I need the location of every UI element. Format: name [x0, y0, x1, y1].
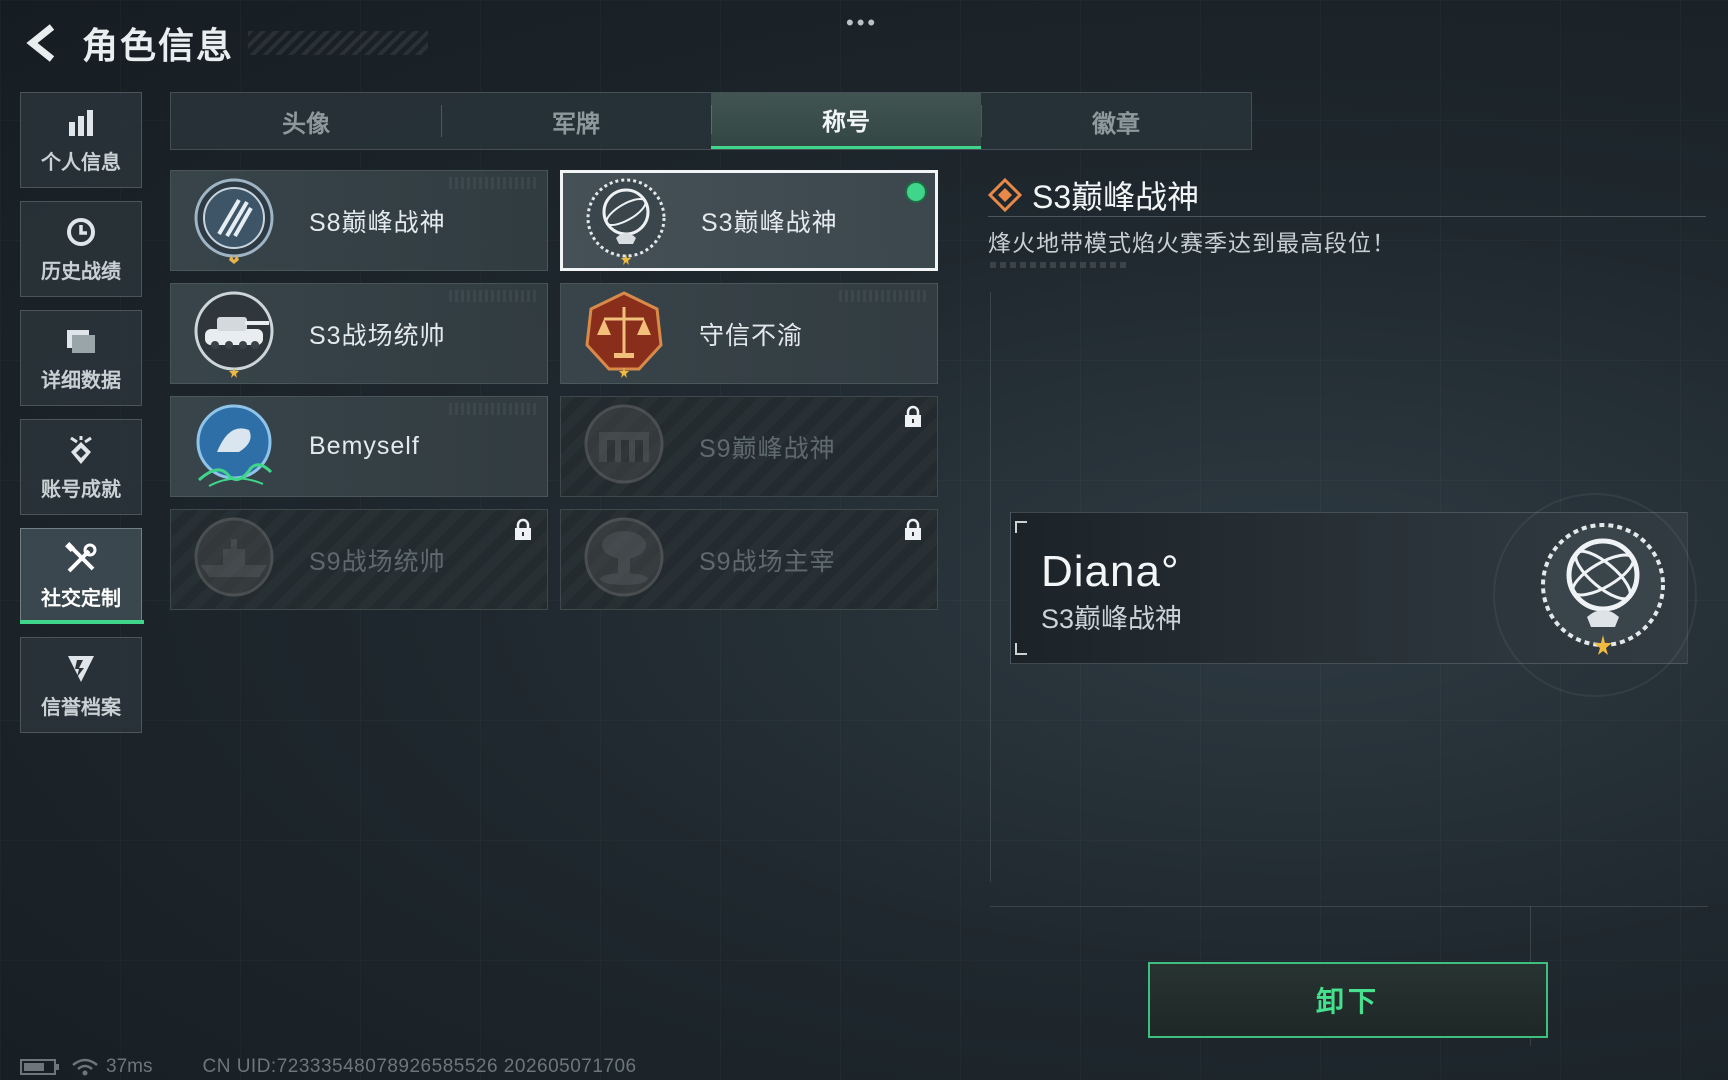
sidebar-item-label: 个人信息 [41, 151, 121, 174]
unequip-label: 卸下 [1315, 986, 1380, 1017]
nameplate-preview: Diana° S3巅峰战神 [1010, 493, 1697, 697]
category-tabs: 头像 军牌 称号 徽章 [170, 92, 1252, 150]
sidebar-item-detailed-data[interactable]: 详细数据 [20, 310, 142, 406]
sidebar-item-social-customization[interactable]: 社交定制 [20, 528, 142, 624]
ping-value: 37ms [106, 1056, 153, 1077]
status-bar: 37ms CN UID:72333548078926585526 2026050… [20, 1056, 637, 1078]
card-decoration [449, 403, 539, 415]
sidebar-item-label: 历史战绩 [41, 260, 121, 283]
frame-line [990, 292, 991, 882]
title-card-label: S9巅峰战神 [699, 434, 836, 463]
diamond-icon [988, 178, 1022, 212]
page-header: 角色信息 [20, 18, 429, 68]
more-options-icon[interactable]: ••• [846, 10, 878, 36]
frame-line [990, 906, 1708, 907]
player-name: Diana° [1041, 547, 1180, 596]
title-decoration [248, 31, 429, 55]
achievement-icon [64, 433, 98, 467]
equipped-indicator [905, 181, 927, 203]
title-card-label: S3巅峰战神 [701, 208, 838, 237]
title-card-locked[interactable]: S9巅峰战神 [560, 396, 938, 497]
sidebar-item-label: 详细数据 [41, 369, 121, 392]
sidebar-item-personal-info[interactable]: 个人信息 [20, 92, 142, 188]
wifi-icon [72, 1058, 98, 1076]
title-card-locked[interactable]: S9战场统帅 [170, 509, 548, 610]
page-title: 角色信息 [82, 25, 235, 66]
sidebar-item-label: 社交定制 [41, 587, 121, 610]
sidebar-item-label: 账号成就 [41, 478, 121, 501]
bar-chart-icon [64, 106, 98, 140]
clock-icon [64, 215, 98, 249]
title-card-locked[interactable]: S9战场主宰 [560, 509, 938, 610]
title-card[interactable]: S3战场统帅 [170, 283, 548, 384]
fortress-badge-icon [584, 404, 664, 483]
title-card-label: S9战场统帅 [309, 547, 446, 576]
title-card-label: Bemyself [309, 432, 420, 460]
unequip-button[interactable]: 卸下 [1148, 962, 1548, 1038]
title-card-selected[interactable]: S3巅峰战神 [560, 170, 938, 271]
shield-icon [64, 651, 98, 685]
lock-icon [515, 518, 531, 540]
battery-icon [20, 1059, 59, 1075]
title-card[interactable]: S8巅峰战神 [170, 170, 548, 271]
signature-badge-icon [196, 404, 273, 487]
title-card-label: 守信不渝 [699, 321, 804, 350]
s8-peak-badge-icon [194, 178, 274, 264]
sidebar-item-label: 信誉档案 [41, 696, 121, 719]
title-card-label: S8巅峰战神 [309, 208, 446, 237]
title-card-label: S9战场主宰 [699, 547, 836, 576]
detail-divider [988, 216, 1706, 217]
sidebar-active-indicator [20, 620, 144, 624]
sidebar-item-history[interactable]: 历史战绩 [20, 201, 142, 297]
tank-badge-icon [194, 291, 274, 378]
tools-icon [64, 541, 98, 576]
s3-peak-badge-icon [586, 178, 666, 265]
lock-icon [905, 518, 921, 540]
detail-description: 烽火地带模式焰火赛季达到最高段位！ [988, 230, 1396, 256]
tab-badge[interactable]: 徽章 [981, 93, 1251, 149]
user-uid: CN UID:72333548078926585526 202605071706 [202, 1056, 637, 1077]
tab-dog-tag[interactable]: 军牌 [441, 93, 711, 149]
mushroom-cloud-badge-icon [584, 517, 664, 596]
sidebar: 个人信息 历史战绩 详细数据 账号成就 社交定制 信誉档案 [20, 92, 144, 746]
tab-title[interactable]: 称号 [711, 93, 981, 149]
corner-mark [1015, 521, 1027, 533]
lock-icon [905, 405, 921, 427]
back-arrow-icon [26, 24, 55, 62]
tab-avatar[interactable]: 头像 [171, 93, 441, 149]
back-button[interactable] [20, 21, 64, 65]
title-grid: S8巅峰战神 S3巅峰战神 S3战场统帅 守信不渝 Bemyself S9巅峰战… [170, 170, 940, 610]
description-decoration [990, 262, 1126, 268]
sidebar-item-achievements[interactable]: 账号成就 [20, 419, 142, 515]
card-decoration [839, 290, 929, 302]
title-card[interactable]: 守信不渝 [560, 283, 938, 384]
sidebar-item-credit-record[interactable]: 信誉档案 [20, 637, 142, 733]
detail-header: S3巅峰战神 [988, 172, 1199, 218]
corner-mark [1015, 643, 1027, 655]
s3-peak-badge-icon [1541, 523, 1665, 655]
card-decoration [449, 290, 539, 302]
card-decoration [449, 177, 539, 189]
ship-badge-icon [194, 517, 274, 596]
detail-title: S3巅峰战神 [1032, 179, 1200, 215]
player-title: S3巅峰战神 [1041, 604, 1183, 634]
folder-icon [64, 324, 98, 358]
title-card-label: S3战场统帅 [309, 321, 446, 350]
scales-badge-icon [585, 290, 663, 378]
title-card[interactable]: Bemyself [170, 396, 548, 497]
